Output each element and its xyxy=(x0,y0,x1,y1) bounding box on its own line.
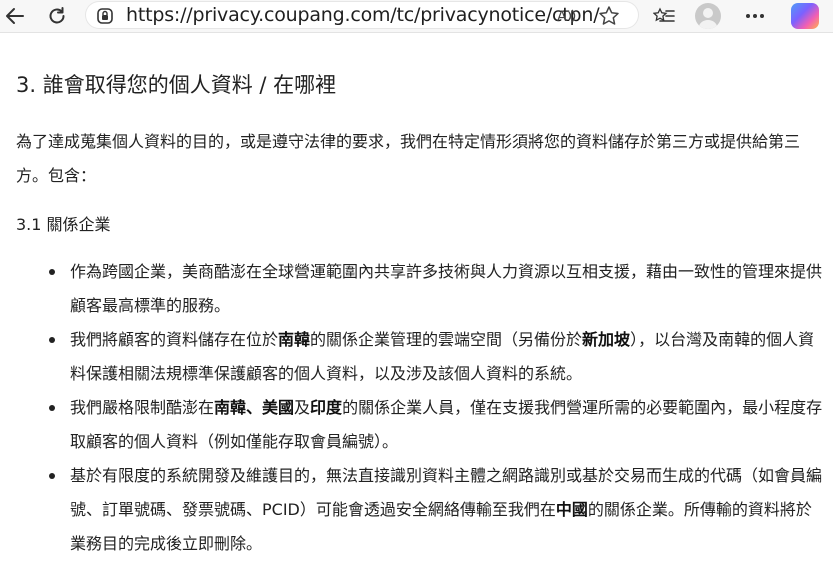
bullet-icon xyxy=(49,337,55,343)
affiliates-list: 作為跨國企業，美商酷澎在全球營運範圍內共享許多技術與人力資源以互相支援，藉由一致… xyxy=(0,255,833,561)
bullet-icon xyxy=(49,473,55,479)
bold-text: 印度 xyxy=(310,398,343,417)
list-item: 我們嚴格限制酷澎在南韓、美國及印度的關係企業人員，僅在支援我們營運所需的必要範圍… xyxy=(0,391,833,459)
profile-avatar[interactable] xyxy=(695,3,721,29)
refresh-icon[interactable] xyxy=(44,4,70,28)
list-item: 基於有限度的系統開發及維護目的，無法直接識別資料主體之網路識別或基於交易而生成的… xyxy=(0,459,833,561)
list-item-text: 作為跨國企業，美商酷澎在全球營運範圍內共享許多技術與人力資源以互相支援，藉由一致… xyxy=(70,262,823,315)
browser-toolbar: https://privacy.coupang.com/tc/privacyno… xyxy=(0,0,833,33)
bold-text: 中國 xyxy=(555,500,588,519)
address-bar[interactable]: https://privacy.coupang.com/tc/privacyno… xyxy=(86,2,638,28)
list-item: 作為跨國企業，美商酷澎在全球營運範圍內共享許多技術與人力資源以互相支援，藉由一致… xyxy=(0,255,833,323)
list-item-text: 我們將顧客的資料儲存在位於 xyxy=(70,330,279,349)
list-item-text: 我們嚴格限制酷澎在 xyxy=(70,398,215,417)
list-item-text: 及 xyxy=(294,398,311,417)
page-content: 3. 誰會取得您的個人資料 / 在哪裡 為了達成蒐集個人資料的目的，或是遵守法律… xyxy=(0,33,833,573)
read-aloud-icon[interactable]: A xyxy=(556,5,578,27)
lock-icon[interactable] xyxy=(96,7,114,25)
bullet-icon xyxy=(49,405,55,411)
favorite-star-icon[interactable] xyxy=(598,5,620,27)
bold-text: 新加坡 xyxy=(582,330,631,349)
back-arrow-icon[interactable] xyxy=(2,4,28,28)
bullet-icon xyxy=(49,269,55,275)
url-text[interactable]: https://privacy.coupang.com/tc/privacyno… xyxy=(126,4,600,26)
list-item-text: 的關係企業管理的雲端空間（另備份於 xyxy=(310,330,583,349)
list-item: 我們將顧客的資料儲存在位於南韓的關係企業管理的雲端空間（另備份於新加坡），以台灣… xyxy=(0,323,833,391)
intro-paragraph: 為了達成蒐集個人資料的目的，或是遵守法律的要求，我們在特定情形須將您的資料儲存於… xyxy=(16,132,801,185)
bold-text: 南韓、美國 xyxy=(214,398,295,417)
favorites-list-icon[interactable] xyxy=(651,4,677,28)
subsection-title: 3.1 關係企業 xyxy=(16,215,111,234)
bold-text: 南韓 xyxy=(278,330,311,349)
svg-text:A: A xyxy=(557,9,567,25)
copilot-icon[interactable] xyxy=(791,3,819,29)
more-icon[interactable] xyxy=(742,4,768,28)
section-title: 3. 誰會取得您的個人資料 / 在哪裡 xyxy=(16,73,337,97)
